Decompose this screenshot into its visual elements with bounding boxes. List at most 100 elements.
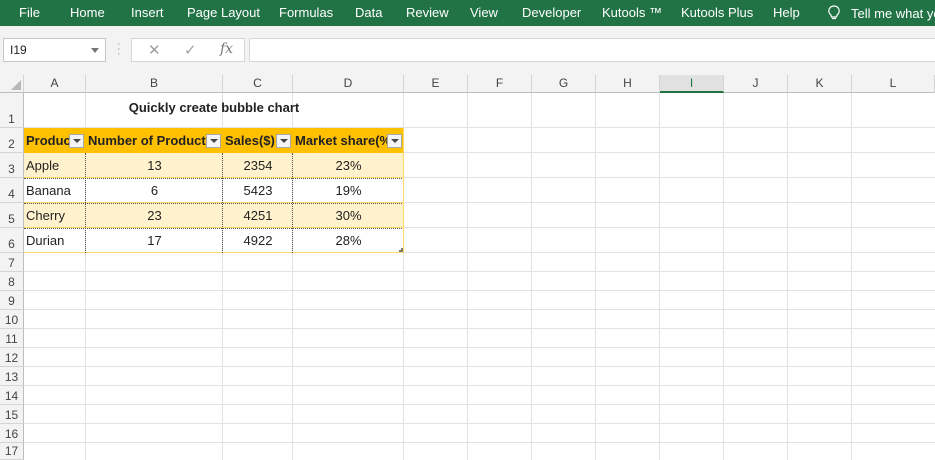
cell-sales[interactable]: 5423 (223, 178, 293, 203)
name-box[interactable]: I19 (3, 38, 106, 62)
chevron-down-icon[interactable] (91, 48, 99, 53)
row-header-3[interactable]: 3 (0, 153, 24, 178)
row-header-5[interactable]: 5 (0, 203, 24, 228)
filter-dropdown-icon[interactable] (206, 134, 221, 148)
filter-dropdown-icon[interactable] (276, 134, 291, 148)
gridline (24, 442, 935, 443)
name-box-value: I19 (10, 43, 27, 57)
cell-number[interactable]: 23 (86, 203, 223, 228)
tab-view[interactable]: View (470, 5, 498, 20)
row-number: 10 (4, 313, 19, 327)
cell-market-share[interactable]: 19% (293, 178, 404, 203)
cell-number[interactable]: 13 (86, 153, 223, 178)
cell-product[interactable]: Durian (26, 228, 84, 253)
filter-dropdown-icon[interactable] (387, 134, 402, 148)
drag-handle-icon[interactable]: · · · (117, 39, 121, 60)
tab-formulas[interactable]: Formulas (279, 5, 333, 20)
cancel-icon[interactable]: ✕ (148, 41, 161, 59)
row-header-2[interactable]: 2 (0, 128, 24, 153)
column-header-d[interactable]: D (293, 75, 404, 93)
column-header-b[interactable]: B (86, 75, 223, 93)
row-header-14[interactable]: 14 (0, 386, 24, 405)
cell-product[interactable]: Cherry (26, 203, 84, 228)
gridline (24, 309, 935, 310)
tab-file[interactable]: File (19, 5, 40, 20)
tab-insert[interactable]: Insert (131, 5, 164, 20)
cell-sales[interactable]: 4251 (223, 203, 293, 228)
filter-dropdown-icon[interactable] (69, 134, 84, 148)
column-header-i[interactable]: I (660, 75, 724, 93)
row-header-4[interactable]: 4 (0, 178, 24, 203)
column-header-e[interactable]: E (404, 75, 468, 93)
row-number: 1 (8, 112, 15, 126)
row-number: 12 (4, 351, 19, 365)
tab-kutools-plus[interactable]: Kutools Plus (681, 5, 753, 20)
cell-number[interactable]: 17 (86, 228, 223, 253)
tab-developer[interactable]: Developer (522, 5, 581, 20)
row-header-15[interactable]: 15 (0, 405, 24, 424)
cell-product[interactable]: Banana (26, 178, 84, 203)
lightbulb-icon (828, 5, 840, 20)
gridline (24, 347, 935, 348)
gridline (595, 93, 596, 460)
column-header-h[interactable]: H (596, 75, 660, 93)
ribbon-tab-bar: File Home Insert Page Layout Formulas Da… (0, 0, 935, 26)
column-header-f[interactable]: F (468, 75, 532, 93)
column-header-c[interactable]: C (223, 75, 293, 93)
row-header-13[interactable]: 13 (0, 367, 24, 386)
tab-home[interactable]: Home (70, 5, 105, 20)
row-header-1[interactable]: 1 (0, 93, 24, 128)
formula-bar: I19 · · · ✕ ✓ fx (0, 26, 935, 75)
row-header-17[interactable]: 17 (0, 443, 24, 460)
row-header-10[interactable]: 10 (0, 310, 24, 329)
tell-me-search[interactable]: Tell me what yo (827, 5, 935, 21)
tab-data[interactable]: Data (355, 5, 382, 20)
column-header-l[interactable]: L (852, 75, 935, 93)
tab-help[interactable]: Help (773, 5, 800, 20)
table-row: Durian 17 4922 28% (24, 228, 404, 253)
cell-sales[interactable]: 2354 (223, 153, 293, 178)
insert-function-icon[interactable]: fx (220, 41, 233, 57)
table-resize-handle-icon[interactable] (399, 248, 403, 252)
cell-market-share[interactable]: 23% (293, 153, 404, 178)
row-number: 6 (8, 237, 15, 251)
column-header-a[interactable]: A (24, 75, 86, 93)
row-header-16[interactable]: 16 (0, 424, 24, 443)
cell-number[interactable]: 6 (86, 178, 223, 203)
gridline (467, 93, 468, 460)
row-header-6[interactable]: 6 (0, 228, 24, 253)
sheet-title[interactable]: Quickly create bubble chart (24, 100, 404, 115)
gridline (24, 328, 935, 329)
cell-grid[interactable]: Quickly create bubble chart Produc Numbe… (24, 93, 935, 460)
cell-market-share[interactable]: 30% (293, 203, 404, 228)
column-header-g[interactable]: G (532, 75, 596, 93)
row-number: 13 (4, 370, 19, 384)
row-number: 16 (4, 427, 19, 441)
row-number: 14 (4, 389, 19, 403)
row-separator (24, 203, 404, 204)
tab-page-layout[interactable]: Page Layout (187, 5, 260, 20)
row-header-7[interactable]: 7 (0, 253, 24, 272)
header-number-of-product[interactable]: Number of Product (86, 128, 206, 153)
cell-market-share[interactable]: 28% (293, 228, 404, 253)
formula-input[interactable] (249, 38, 935, 62)
header-sales[interactable]: Sales($) (223, 128, 276, 153)
table-row: Banana 6 5423 19% (24, 178, 404, 203)
column-header-k[interactable]: K (788, 75, 852, 93)
tab-review[interactable]: Review (406, 5, 449, 20)
cell-product[interactable]: Apple (26, 153, 84, 178)
header-market-share[interactable]: Market share(% (293, 128, 387, 153)
row-header-8[interactable]: 8 (0, 272, 24, 291)
cell-sales[interactable]: 4922 (223, 228, 293, 253)
row-header-11[interactable]: 11 (0, 329, 24, 348)
row-number: 17 (4, 444, 19, 458)
tab-kutools[interactable]: Kutools ™ (602, 5, 662, 20)
select-all-button[interactable] (0, 75, 24, 93)
row-header-12[interactable]: 12 (0, 348, 24, 367)
gridline (531, 93, 532, 460)
header-product[interactable]: Produc (24, 128, 69, 153)
column-header-j[interactable]: J (724, 75, 788, 93)
enter-icon[interactable]: ✓ (184, 41, 197, 59)
row-header-9[interactable]: 9 (0, 291, 24, 310)
gridline (24, 366, 935, 367)
